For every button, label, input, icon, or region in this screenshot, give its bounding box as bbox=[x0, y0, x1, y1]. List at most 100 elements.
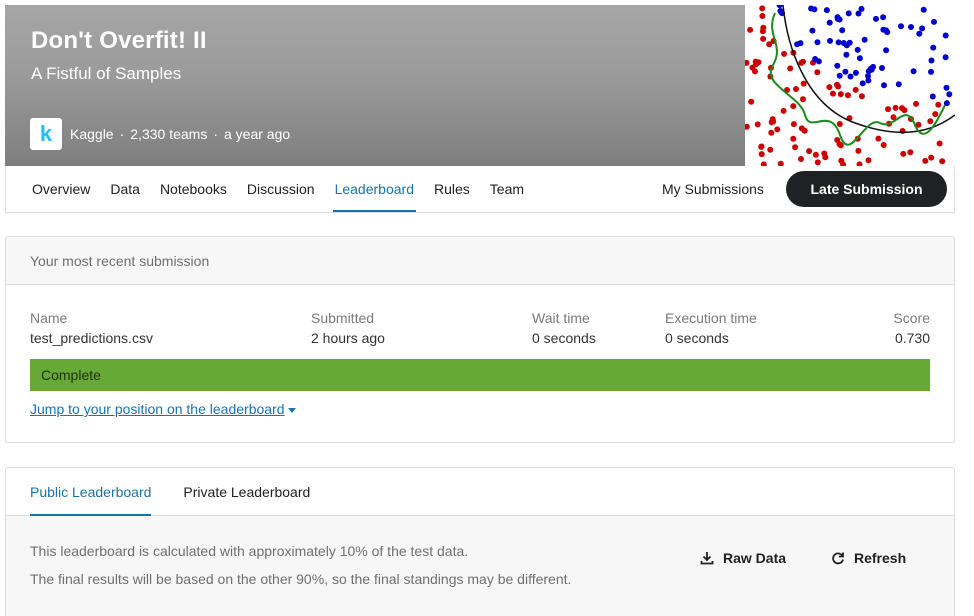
blue-sample-dot bbox=[777, 8, 784, 14]
blue-sample-dot bbox=[835, 39, 842, 46]
red-sample-dot bbox=[754, 121, 761, 128]
execution-time-label: Execution time bbox=[665, 310, 757, 326]
blue-sample-dot bbox=[931, 18, 937, 25]
red-sample-dot bbox=[927, 118, 934, 125]
red-sample-dot bbox=[830, 90, 836, 97]
tab-notebooks[interactable]: Notebooks bbox=[150, 166, 237, 212]
late-submission-button[interactable]: Late Submission bbox=[786, 171, 947, 207]
refresh-button[interactable]: Refresh bbox=[831, 550, 906, 566]
submission-submitted-column: Submitted 2 hours ago bbox=[311, 310, 385, 346]
blue-sample-dot bbox=[928, 68, 934, 75]
score-label: Score bbox=[893, 310, 930, 326]
overfit-scatter-illustration bbox=[745, 5, 955, 166]
download-icon bbox=[700, 552, 714, 565]
red-sample-dot bbox=[834, 81, 840, 88]
blue-sample-dot bbox=[865, 77, 872, 84]
blue-sample-dot bbox=[883, 47, 890, 54]
blue-sample-dot bbox=[920, 6, 927, 13]
red-sample-dot bbox=[790, 103, 797, 110]
blue-sample-dot bbox=[856, 55, 863, 62]
blue-sample-dot bbox=[827, 37, 833, 44]
caret-down-icon[interactable] bbox=[287, 407, 296, 413]
red-sample-dot bbox=[845, 92, 851, 99]
jump-to-position-link[interactable]: Jump to your position on the leaderboard bbox=[30, 401, 296, 417]
leaderboard-tabs: Public Leaderboard Private Leaderboard bbox=[6, 468, 954, 516]
red-sample-dot bbox=[767, 146, 774, 153]
blue-sample-dot bbox=[919, 25, 926, 32]
red-sample-dot bbox=[837, 91, 844, 98]
blue-sample-dot bbox=[943, 84, 950, 91]
meta-separator: · bbox=[213, 126, 218, 142]
submission-name-column: Name test_predictions.csv bbox=[30, 310, 153, 346]
blue-sample-dot bbox=[859, 80, 866, 87]
red-sample-dot bbox=[939, 158, 946, 165]
red-sample-dot bbox=[798, 125, 805, 132]
score-value: 0.730 bbox=[894, 330, 930, 346]
red-sample-dot bbox=[814, 159, 821, 166]
red-sample-dot bbox=[892, 104, 899, 111]
tab-team[interactable]: Team bbox=[480, 166, 534, 212]
blue-sample-dot bbox=[916, 30, 923, 37]
execution-time-value: 0 seconds bbox=[665, 330, 729, 346]
red-sample-dot bbox=[806, 148, 813, 155]
tab-discussion[interactable]: Discussion bbox=[237, 166, 325, 212]
red-sample-dot bbox=[793, 86, 799, 92]
red-sample-dot bbox=[781, 50, 788, 57]
red-sample-dot bbox=[800, 58, 806, 65]
submission-score-column: Score 0.730 bbox=[893, 310, 930, 346]
blue-sample-dot bbox=[794, 41, 801, 48]
jump-link-label[interactable]: Jump to your position on the leaderboard bbox=[30, 401, 285, 417]
red-sample-dot bbox=[836, 141, 843, 148]
blue-sample-dot bbox=[839, 27, 846, 34]
blue-sample-dot bbox=[898, 23, 904, 30]
blue-sample-dot bbox=[843, 42, 850, 49]
red-sample-dot bbox=[875, 135, 882, 142]
blue-sample-dot bbox=[861, 36, 868, 43]
blue-sample-dot bbox=[814, 39, 821, 46]
blue-sample-dot bbox=[854, 46, 861, 53]
red-sample-dot bbox=[759, 5, 766, 12]
blue-sample-dot bbox=[852, 69, 859, 76]
red-sample-dot bbox=[821, 150, 828, 157]
red-sample-dot bbox=[747, 26, 754, 33]
red-sample-dot bbox=[935, 101, 942, 108]
name-label: Name bbox=[30, 310, 68, 326]
red-sample-dot bbox=[769, 116, 776, 123]
refresh-label[interactable]: Refresh bbox=[854, 550, 906, 566]
competition-header-banner: Don't Overfit! II A Fistful of Samples k… bbox=[5, 5, 955, 166]
blue-sample-dot bbox=[908, 24, 914, 30]
raw-data-button[interactable]: Raw Data bbox=[700, 550, 786, 566]
wait-time-value: 0 seconds bbox=[532, 330, 596, 346]
leaderboard-info: This leaderboard is calculated with appr… bbox=[6, 516, 954, 616]
submitted-value: 2 hours ago bbox=[311, 330, 385, 346]
blue-sample-dot bbox=[847, 73, 854, 80]
tab-private-leaderboard[interactable]: Private Leaderboard bbox=[183, 468, 310, 515]
tab-rules[interactable]: Rules bbox=[424, 166, 480, 212]
red-sample-dot bbox=[858, 93, 865, 100]
blue-sample-dot bbox=[812, 56, 819, 62]
recent-submission-header: Your most recent submission bbox=[6, 237, 954, 285]
blue-sample-dot bbox=[930, 44, 937, 51]
blue-sample-dot bbox=[809, 27, 816, 34]
blue-sample-dot bbox=[928, 57, 935, 64]
raw-data-label[interactable]: Raw Data bbox=[723, 550, 786, 566]
blue-sample-dot bbox=[843, 51, 850, 58]
host-name[interactable]: Kaggle bbox=[70, 126, 114, 142]
tab-leaderboard[interactable]: Leaderboard bbox=[325, 166, 424, 212]
blue-sample-dot bbox=[826, 19, 833, 26]
blue-sample-dot bbox=[880, 14, 887, 21]
tab-data[interactable]: Data bbox=[100, 166, 150, 212]
red-sample-dot bbox=[780, 107, 787, 114]
blue-sample-dot bbox=[942, 54, 949, 61]
tab-overview[interactable]: Overview bbox=[22, 166, 100, 212]
my-submissions-link[interactable]: My Submissions bbox=[662, 166, 764, 212]
red-sample-dot bbox=[899, 105, 905, 112]
tab-public-leaderboard[interactable]: Public Leaderboard bbox=[30, 468, 152, 516]
blue-sample-dot bbox=[834, 15, 841, 22]
red-sample-dot bbox=[790, 121, 797, 128]
leaderboard-note-2: The final results will be based on the o… bbox=[30, 571, 572, 587]
blue-sample-dot bbox=[811, 6, 818, 13]
kaggle-logo-icon[interactable]: k bbox=[30, 118, 62, 150]
blue-sample-dot bbox=[776, 5, 783, 9]
red-sample-dot bbox=[749, 64, 756, 71]
